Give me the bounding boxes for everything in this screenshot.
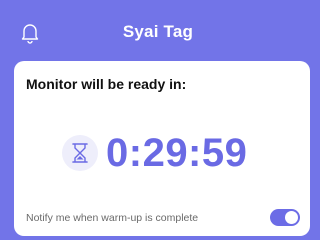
app-screen: Syai Tag Monitor will be ready in: 0:29:… xyxy=(0,0,316,240)
warmup-card: Monitor will be ready in: 0:29:59 Notify… xyxy=(14,61,310,236)
app-title: Syai Tag xyxy=(122,22,194,41)
timer-row: 0:29:59 xyxy=(14,128,310,178)
header-bar: Syai Tag xyxy=(0,0,316,58)
notify-label: Notify me when warm-up is complete xyxy=(26,212,199,224)
card-heading: Monitor will be ready in: xyxy=(26,76,187,92)
toggle-knob xyxy=(285,211,298,224)
countdown-timer: 0:29:59 xyxy=(106,131,248,175)
hourglass-icon xyxy=(62,135,98,171)
notify-toggle[interactable] xyxy=(270,209,300,226)
